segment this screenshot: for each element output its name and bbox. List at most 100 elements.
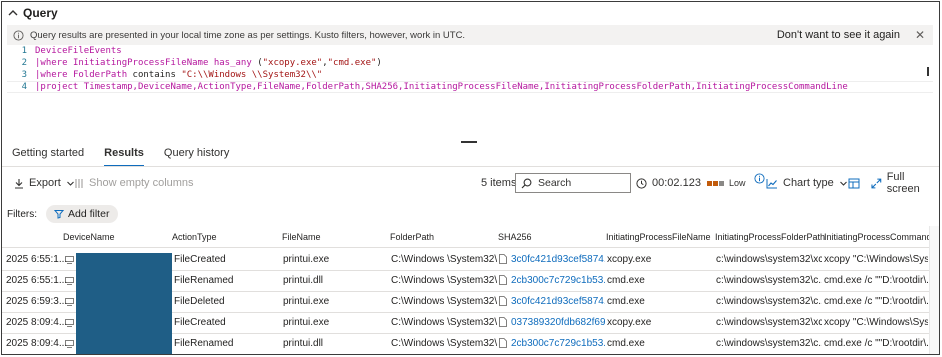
- cell-initiatingprocessfilename: cmd.exe: [607, 338, 645, 349]
- cell-sha256[interactable]: 2cb300c7c729c1b53...: [499, 270, 605, 292]
- resource-usage-label: Low: [728, 178, 746, 188]
- columns-icon: [75, 178, 83, 188]
- add-filter-label: Add filter: [68, 208, 110, 220]
- column-header-folderpath[interactable]: FolderPath: [390, 226, 434, 248]
- cell-filename: printui.exe: [283, 296, 330, 307]
- code-token: project: [40, 82, 84, 92]
- table-settings-icon: [848, 178, 860, 188]
- redacted-device-names: [76, 253, 172, 354]
- query-panel: Query Query results are presented in you…: [1, 1, 940, 355]
- download-icon: [15, 178, 23, 189]
- column-header-initiatingprocessfolderpath[interactable]: InitiatingProcessFolderPath: [715, 226, 825, 248]
- results-table-header: DeviceName ActionType FileName FolderPat…: [2, 226, 939, 248]
- code-token: "cmd.exe": [327, 58, 377, 68]
- cell-initiatingprocessfilename: cmd.exe: [607, 296, 645, 307]
- expand-icon: [871, 178, 882, 188]
- code-line[interactable]: 3 | where FolderPath contains "C:\\Windows…: [7, 69, 323, 81]
- chart-type-label: Chart type: [783, 177, 834, 189]
- column-header-devicename[interactable]: DeviceName: [63, 226, 115, 248]
- cell-filename: printui.dll: [283, 275, 324, 286]
- timezone-notice: Query results are presented in your loca…: [7, 25, 933, 45]
- sha256-link[interactable]: 2cb300c7c729c1b53...: [511, 338, 605, 349]
- column-header-initiatingprocesscommandline[interactable]: InitiatingProcessCommandLi...: [824, 226, 932, 248]
- cell-filename: printui.exe: [283, 254, 330, 265]
- filters-bar: Filters: Add filter: [7, 205, 119, 223]
- cell-initiatingprocessfolderpath: c:\windows\system32\xc...: [716, 317, 822, 328]
- pane-splitter-handle[interactable]: [461, 141, 477, 143]
- cell-initiatingprocessfilename: cmd.exe: [607, 275, 645, 286]
- file-icon: [499, 275, 507, 285]
- code-line[interactable]: 2 | where InitiatingProcessFileName has_an…: [7, 57, 382, 69]
- items-count-label: 5 items: [481, 177, 517, 189]
- close-icon[interactable]: ✕: [915, 28, 925, 42]
- sha256-link[interactable]: 037389320fdb682f69...: [511, 317, 605, 328]
- cell-folderpath: C:\Windows \System32\...: [391, 275, 497, 286]
- tab-query-history[interactable]: Query history: [164, 147, 229, 167]
- sha256-link[interactable]: 3c0fc421d93cef5874...: [511, 296, 605, 307]
- info-icon: [13, 29, 24, 41]
- cell-initiatingprocesscommandline: xcopy "C:\Windows\Syst...: [824, 254, 928, 265]
- clock-icon: [636, 177, 647, 189]
- code-token: has_any: [213, 58, 258, 68]
- cell-sha256[interactable]: 3c0fc421d93cef5874...: [499, 249, 605, 271]
- code-token: Timestamp,DeviceName,ActionType,FileName…: [83, 82, 848, 92]
- code-token: DeviceFileEvents: [35, 46, 122, 56]
- cell-initiatingprocesscommandline: cmd.exe /c ""D:\rootdir\...: [824, 296, 928, 307]
- show-empty-columns-toggle[interactable]: Show empty columns: [74, 172, 194, 194]
- tab-results[interactable]: Results: [104, 147, 144, 167]
- cell-sha256[interactable]: 2cb300c7c729c1b53...: [499, 333, 605, 354]
- column-header-filename[interactable]: FileName: [282, 226, 321, 248]
- full-screen-label: Full screen: [886, 171, 920, 195]
- cell-folderpath: C:\Windows \System32\...: [391, 338, 497, 349]
- full-screen-button[interactable]: Full screen: [871, 171, 939, 195]
- file-icon: [499, 338, 507, 348]
- cell-folderpath: C:\Windows \System32\...: [391, 296, 497, 307]
- resource-usage-bars: [706, 180, 725, 186]
- filters-label: Filters:: [7, 208, 37, 220]
- chevron-up-icon[interactable]: [7, 7, 19, 19]
- tabs-divider: [2, 166, 939, 167]
- cell-initiatingprocesscommandline: xcopy "C:\Windows\Syst...: [824, 317, 928, 328]
- line-number: 1: [21, 46, 27, 56]
- cell-actiontype: FileRenamed: [174, 275, 234, 286]
- filter-icon: [54, 210, 64, 219]
- code-line[interactable]: 4 | project Timestamp,DeviceName,ActionTyp…: [7, 81, 848, 93]
- info-icon[interactable]: [754, 172, 766, 184]
- code-line[interactable]: 1 DeviceFileEvents: [7, 45, 122, 57]
- chart-type-button[interactable]: Chart type: [766, 172, 853, 194]
- cell-filename: printui.exe: [283, 317, 330, 328]
- column-header-actiontype[interactable]: ActionType: [172, 226, 217, 248]
- column-header-sha256[interactable]: SHA256: [498, 226, 532, 248]
- export-button[interactable]: Export: [14, 172, 80, 194]
- cell-sha256[interactable]: 037389320fdb682f69...: [499, 312, 605, 334]
- tab-getting-started[interactable]: Getting started: [12, 147, 84, 167]
- code-token: contains: [132, 70, 182, 80]
- code-token: where: [40, 58, 73, 68]
- line-number: 3: [21, 70, 27, 80]
- query-header: Query: [2, 2, 939, 24]
- code-token: "C:\\Windows \\System32\\": [181, 70, 323, 80]
- query-editor[interactable]: 1 DeviceFileEvents 2 | where InitiatingProce…: [7, 45, 933, 143]
- column-settings-button[interactable]: [848, 172, 865, 194]
- sha256-link[interactable]: 3c0fc421d93cef5874...: [511, 254, 605, 265]
- cell-actiontype: FileCreated: [174, 254, 226, 265]
- dont-show-again-button[interactable]: Don't want to see it again: [777, 29, 900, 41]
- table-vertical-scrollbar[interactable]: [929, 226, 939, 354]
- results-search-input[interactable]: Search: [515, 173, 631, 193]
- editor-scroll-marker: [927, 67, 929, 76]
- column-header-initiatingprocessfilename[interactable]: InitiatingProcessFileName: [606, 226, 711, 248]
- code-token: "xcopy.exe": [262, 58, 323, 68]
- query-title: Query: [23, 6, 58, 20]
- search-icon: [521, 178, 532, 188]
- cell-actiontype: FileRenamed: [174, 338, 234, 349]
- result-tabs: Getting started Results Query history: [12, 147, 249, 167]
- cell-actiontype: FileCreated: [174, 317, 226, 328]
- add-filter-button[interactable]: Add filter: [46, 205, 119, 223]
- line-number: 4: [21, 82, 27, 92]
- cell-sha256[interactable]: 3c0fc421d93cef5874...: [499, 291, 605, 313]
- sha256-link[interactable]: 2cb300c7c729c1b53...: [511, 275, 605, 286]
- file-icon: [499, 317, 507, 327]
- code-token: ): [376, 58, 382, 68]
- items-count: 5 items: [481, 172, 516, 194]
- cell-folderpath: C:\Windows \System32\...: [391, 254, 497, 265]
